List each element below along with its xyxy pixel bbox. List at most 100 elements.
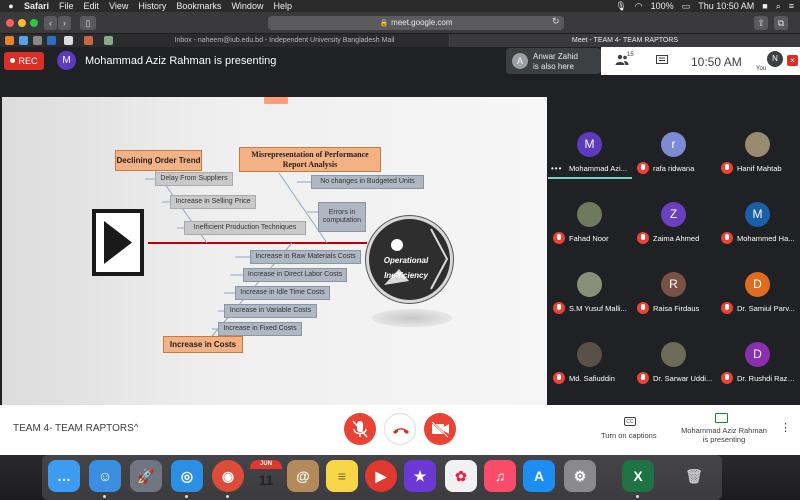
menu-window[interactable]: Window <box>231 1 263 11</box>
self-avatar[interactable]: N <box>767 51 783 67</box>
mic-off-icon <box>637 302 649 314</box>
menu-file[interactable]: File <box>59 1 74 11</box>
camera-toggle-button[interactable] <box>424 413 456 445</box>
menu-app-name[interactable]: Safari <box>24 1 49 11</box>
participant-avatar: M <box>577 132 602 157</box>
favorite-3-icon[interactable] <box>33 36 42 45</box>
participant-tile[interactable]: Z Zaima Ahmed <box>632 180 716 250</box>
menu-history[interactable]: History <box>138 1 166 11</box>
more-options-icon[interactable]: ••• <box>551 164 562 173</box>
participant-name: Mohammad Azi... <box>569 164 627 173</box>
favorite-1-icon[interactable] <box>5 36 14 45</box>
contacts-icon[interactable]: @ <box>287 460 319 492</box>
address-bar[interactable]: 🔒 meet.google.com <box>268 16 564 30</box>
participant-avatar: Z <box>661 202 686 227</box>
participant-photo <box>577 272 602 297</box>
share-icon[interactable]: ⇧ <box>754 16 768 30</box>
finder-icon[interactable]: ☺ <box>89 460 121 492</box>
reload-icon[interactable]: ↻ <box>552 16 560 27</box>
effect-label: Operational Inefficiency <box>383 256 429 280</box>
close-window-button[interactable] <box>6 19 14 27</box>
calendar-icon[interactable]: JUN 11 <box>250 460 282 492</box>
photos-icon[interactable]: ✿ <box>445 460 477 492</box>
chat-icon[interactable] <box>656 55 668 66</box>
tab-meet[interactable]: Meet - TEAM 4- TEAM RAPTORS <box>450 34 800 47</box>
chevron-up-icon[interactable]: ^ <box>134 422 138 432</box>
running-indicator <box>636 495 639 498</box>
microphone-toggle-button[interactable] <box>344 413 376 445</box>
menu-view[interactable]: View <box>109 1 128 11</box>
cause-item: Errors in computation <box>318 202 366 232</box>
cause-item: Increase in Idle Time Costs <box>235 286 330 300</box>
participant-name: Raisa Firdaus <box>653 304 700 313</box>
captions-icon[interactable]: CC <box>624 417 636 426</box>
system-preferences-icon[interactable]: ⚙ <box>564 460 596 492</box>
meeting-details-button[interactable]: TEAM 4- TEAM RAPTORS <box>13 423 134 434</box>
cloud-icon <box>391 239 403 251</box>
mic-off-icon <box>637 372 649 384</box>
launchpad-icon[interactable]: 🚀 <box>130 460 162 492</box>
tab-overview-icon[interactable]: ⧉ <box>774 16 788 30</box>
battery-icon[interactable]: ▭ <box>682 1 691 12</box>
video-player-icon[interactable]: ▶ <box>365 460 397 492</box>
participant-tile[interactable]: D Dr. Samiul Parv... <box>716 250 800 320</box>
participant-name: S.M Yusuf Malli... <box>569 304 627 313</box>
present-screen-icon[interactable] <box>715 413 728 423</box>
notes-icon[interactable]: ≡ <box>326 460 358 492</box>
active-speaker-bar <box>548 177 632 179</box>
also-here-notification[interactable]: A Anwar Zahid is also here <box>506 48 601 74</box>
back-button[interactable]: ‹ <box>44 16 57 30</box>
mic-off-icon <box>721 232 733 244</box>
participant-tile[interactable]: R Raisa Firdaus <box>632 250 716 320</box>
participant-tile[interactable]: M ••• Mohammad Azi... <box>548 110 632 180</box>
participant-tile[interactable]: Dr. Sarwar Uddi... <box>632 320 716 390</box>
search-icon[interactable]: ⌕ <box>776 1 781 12</box>
recording-label: REC <box>18 56 38 66</box>
captions-button[interactable]: Turn on captions <box>601 431 657 440</box>
participant-avatar: R <box>661 272 686 297</box>
participant-tile[interactable]: S.M Yusuf Malli... <box>548 250 632 320</box>
minimize-window-button[interactable] <box>18 19 26 27</box>
favorite-4-icon[interactable] <box>47 36 56 45</box>
leave-call-button[interactable] <box>384 413 416 445</box>
calendar-month: JUN <box>250 460 282 469</box>
battery-percent[interactable]: 100% <box>651 1 674 11</box>
presentation-stage: Declining Order Trend Misrepresentation … <box>0 75 548 405</box>
menu-bookmarks[interactable]: Bookmarks <box>176 1 221 11</box>
apple-menu-icon[interactable]: ● <box>4 1 18 11</box>
menubar-clock[interactable]: Thu 10:50 AM <box>698 1 754 11</box>
imovie-icon[interactable]: ★ <box>404 460 436 492</box>
trash-icon[interactable]: 🗑 <box>678 460 710 492</box>
mic-off-icon <box>553 232 565 244</box>
more-options-icon[interactable]: ⋮ <box>780 421 791 434</box>
forward-button[interactable]: › <box>58 16 71 30</box>
excel-icon[interactable]: X <box>622 460 654 492</box>
menu-edit[interactable]: Edit <box>84 1 100 11</box>
zoom-window-button[interactable] <box>30 19 38 27</box>
participant-tile[interactable]: D Dr. Rushdi Razz... <box>716 320 800 390</box>
messages-icon[interactable]: … <box>48 460 80 492</box>
close-icon[interactable]: × <box>787 55 798 66</box>
flag-icon[interactable]: ■ <box>762 1 767 11</box>
wifi-icon[interactable]: ◠ <box>635 1 643 12</box>
lock-icon: 🔒 <box>379 20 389 27</box>
sidebar-toggle-icon[interactable]: ▯ <box>80 16 96 30</box>
menu-help[interactable]: Help <box>273 1 292 11</box>
menu-list-icon[interactable]: ≡ <box>789 1 794 11</box>
safari-icon[interactable]: ◎ <box>171 460 203 492</box>
favorite-2-icon[interactable] <box>19 36 28 45</box>
microphone-status-icon[interactable]: 🎙 <box>615 1 626 12</box>
presenting-button[interactable]: Mohammad Aziz Rahman is presenting <box>678 426 770 444</box>
participant-tile[interactable]: Md. Safiuddin <box>548 320 632 390</box>
participant-tile[interactable]: Fahad Noor <box>548 180 632 250</box>
participant-tile[interactable]: Hanif Mahtab <box>716 110 800 180</box>
participant-tile[interactable]: M Mohammed Ha... <box>716 180 800 250</box>
favorite-7-icon[interactable] <box>104 36 113 45</box>
tab-inbox[interactable]: Inbox - naheem@iub.edu.bd - Independent … <box>120 34 450 47</box>
chrome-icon[interactable]: ◉ <box>212 460 244 492</box>
favorite-5-icon[interactable] <box>64 36 73 45</box>
favorite-6-icon[interactable] <box>84 36 93 45</box>
participant-tile[interactable]: r rafa ridwana <box>632 110 716 180</box>
music-icon[interactable]: ♫ <box>484 460 516 492</box>
app-store-icon[interactable]: A <box>523 460 555 492</box>
